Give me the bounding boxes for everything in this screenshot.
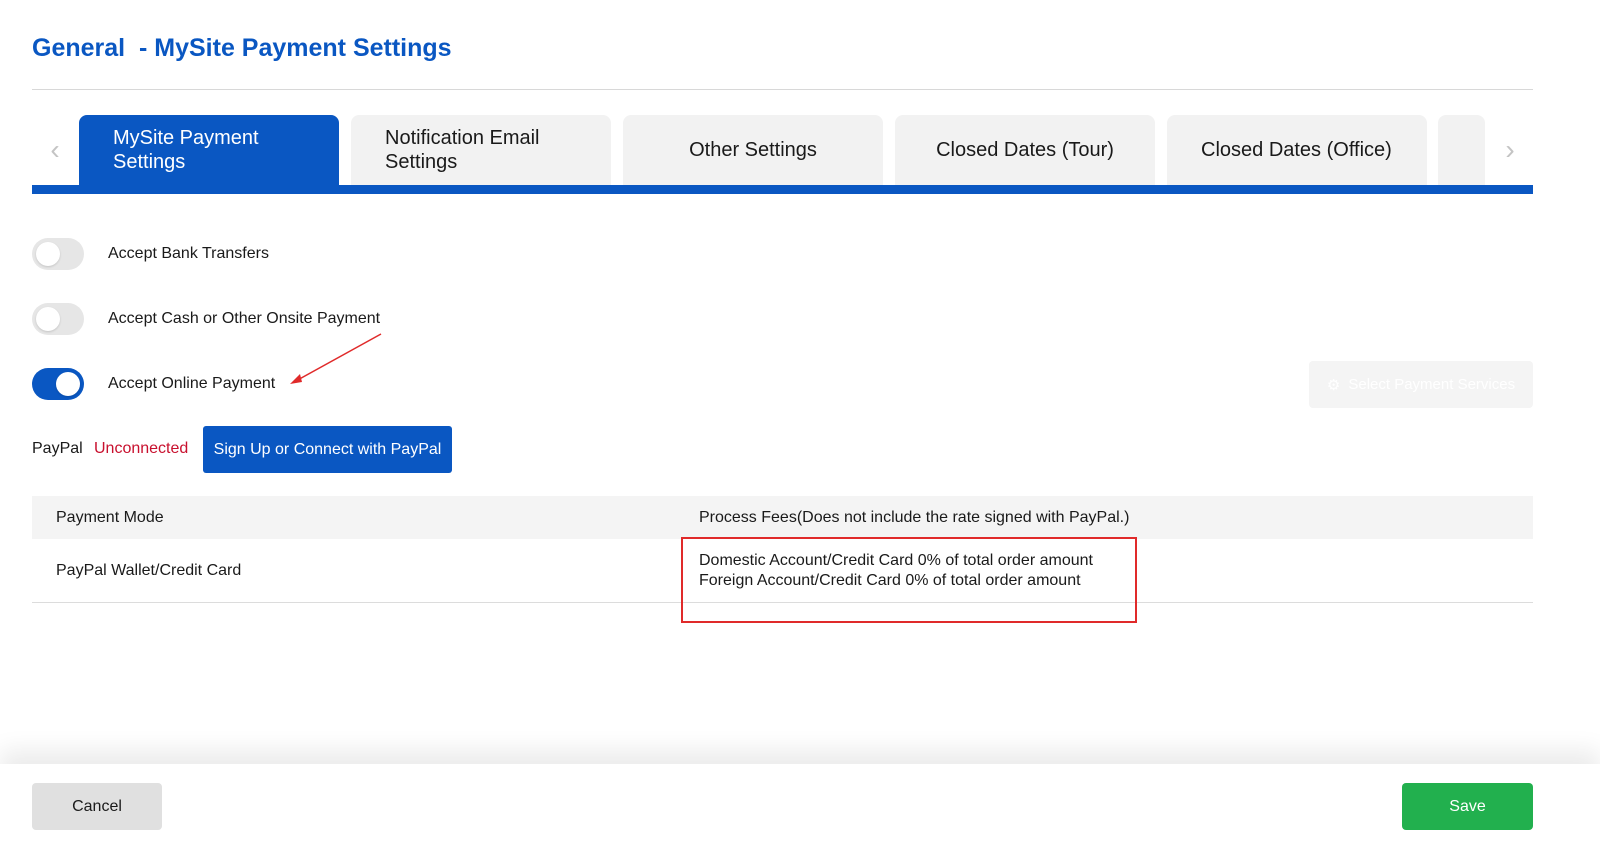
toggle-knob xyxy=(36,242,60,266)
tab-prev-chevron-icon[interactable]: ‹ xyxy=(32,115,78,185)
annotation-highlight-box xyxy=(681,537,1137,623)
tab-notification-email-settings[interactable]: Notification Email Settings xyxy=(351,115,611,185)
bank-transfers-toggle[interactable] xyxy=(32,238,84,270)
tab-partial-hidden[interactable] xyxy=(1438,115,1485,185)
tab-label: MySite Payment Settings xyxy=(113,127,259,173)
tab-other-settings[interactable]: Other Settings xyxy=(623,115,883,185)
connect-paypal-button[interactable]: Sign Up or Connect with PayPal xyxy=(203,426,452,473)
online-payment-label: Accept Online Payment xyxy=(108,375,276,392)
tab-next-chevron-icon[interactable]: › xyxy=(1487,115,1533,185)
save-button[interactable]: Save xyxy=(1402,783,1533,830)
tab-label: Other Settings xyxy=(689,139,817,161)
toggle-knob xyxy=(36,307,60,331)
bank-transfers-label: Accept Bank Transfers xyxy=(108,245,269,262)
cancel-button[interactable]: Cancel xyxy=(32,783,162,830)
online-payment-toggle[interactable] xyxy=(32,368,84,400)
footer-bar: Cancel Save xyxy=(0,764,1600,866)
toggle-knob xyxy=(56,372,80,396)
annotation-arrow xyxy=(290,333,382,384)
toggle-row-bank-transfers: Accept Bank Transfers xyxy=(32,238,269,270)
tab-closed-dates-tour[interactable]: Closed Dates (Tour) xyxy=(895,115,1155,185)
page-title: General - MySite Payment Settings xyxy=(32,34,452,62)
select-payment-services-button[interactable]: ⚙ Select Payment Services xyxy=(1309,361,1533,408)
header-payment-mode: Payment Mode xyxy=(56,508,164,526)
tab-label: Closed Dates (Office) xyxy=(1201,139,1392,161)
table-header: Payment Mode Process Fees(Does not inclu… xyxy=(32,496,1533,539)
payment-settings-page: General - MySite Payment Settings ‹ MySi… xyxy=(0,0,1600,866)
tab-bar: ‹ MySite Payment Settings Notification E… xyxy=(32,115,1533,195)
cash-onsite-toggle[interactable] xyxy=(32,303,84,335)
header-process-fees: Process Fees(Does not include the rate s… xyxy=(699,508,1130,526)
tab-underline xyxy=(32,185,1533,194)
gear-icon: ⚙ xyxy=(1326,376,1341,394)
toggle-row-online-payment: Accept Online Payment xyxy=(32,368,275,400)
payment-mode-cell: PayPal Wallet/Credit Card xyxy=(56,561,242,579)
paypal-status: Unconnected xyxy=(94,440,189,457)
select-payment-services-label: Select Payment Services xyxy=(1348,376,1516,393)
paypal-label: PayPal xyxy=(32,440,83,457)
tab-label: Notification Email Settings xyxy=(385,127,540,173)
title-divider xyxy=(32,89,1533,90)
tab-closed-dates-office[interactable]: Closed Dates (Office) xyxy=(1167,115,1427,185)
tab-label: Closed Dates (Tour) xyxy=(936,139,1114,161)
tab-mysite-payment-settings[interactable]: MySite Payment Settings xyxy=(79,115,339,185)
cash-onsite-label: Accept Cash or Other Onsite Payment xyxy=(108,310,381,327)
